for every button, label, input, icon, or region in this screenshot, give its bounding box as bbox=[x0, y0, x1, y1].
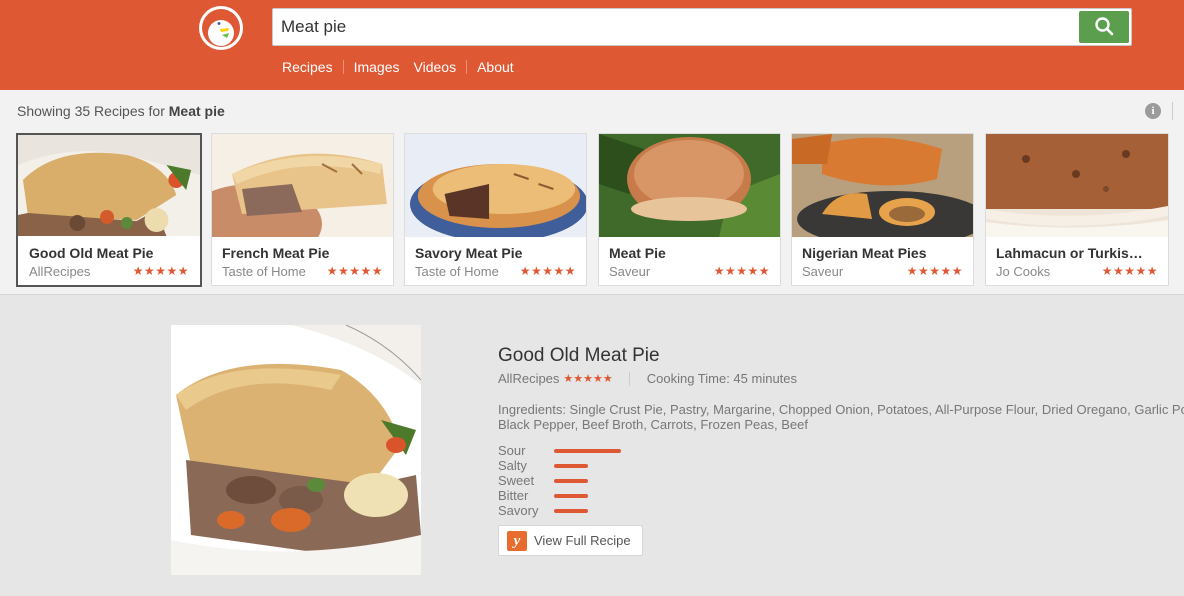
divider bbox=[1172, 102, 1173, 120]
view-full-recipe-button[interactable]: y View Full Recipe bbox=[498, 525, 643, 556]
cooking-time: Cooking Time: 45 minutes bbox=[646, 371, 798, 386]
flavor-bar bbox=[554, 494, 588, 498]
header: Recipes Images Videos About bbox=[0, 0, 1184, 90]
recipe-card[interactable]: Meat Pie Saveur ★★★★★ bbox=[598, 133, 781, 286]
ingredients-line: Black Pepper, Beef Broth, Carrots, Froze… bbox=[498, 417, 808, 432]
recipe-card[interactable]: Lahmacun or Turkish ... Jo Cooks ★★★★★ bbox=[985, 133, 1169, 286]
rating-stars: ★★★★★ bbox=[1101, 264, 1158, 278]
recipe-title: Nigerian Meat Pies bbox=[802, 245, 927, 261]
recipe-detail-title: Good Old Meat Pie bbox=[498, 345, 660, 366]
recipe-detail-image[interactable] bbox=[171, 325, 421, 575]
view-full-recipe-label: View Full Recipe bbox=[534, 533, 631, 548]
rating-stars: ★★★★★ bbox=[326, 264, 383, 278]
recipe-thumbnail bbox=[792, 134, 973, 237]
flavor-bar bbox=[554, 509, 588, 513]
rating-stars: ★★★★★ bbox=[563, 373, 613, 385]
flavor-label: Bitter bbox=[498, 488, 529, 503]
recipe-thumbnail bbox=[986, 134, 1168, 237]
tab-videos[interactable]: Videos bbox=[404, 56, 467, 78]
tab-recipes[interactable]: Recipes bbox=[272, 56, 343, 78]
recipe-card[interactable]: Good Old Meat Pie AllRecipes ★★★★★ bbox=[16, 133, 202, 287]
recipe-source: AllRecipes bbox=[29, 264, 91, 279]
recipe-card[interactable]: Savory Meat Pie Taste of Home ★★★★★ bbox=[404, 133, 587, 286]
ingredients-list: Ingredients: Single Crust Pie, Pastry, M… bbox=[498, 402, 1184, 432]
recipe-source: Saveur bbox=[609, 264, 651, 279]
recipe-thumbnail bbox=[599, 134, 780, 237]
tab-images[interactable]: Images bbox=[344, 56, 404, 78]
recipe-title: Lahmacun or Turkish ... bbox=[996, 245, 1146, 261]
results-strip: Showing 35 Recipes for Meat pie i Good O… bbox=[0, 90, 1184, 295]
flavor-profile: Sour Salty Sweet Bitter Savory bbox=[498, 443, 621, 518]
recipe-card[interactable]: Nigerian Meat Pies Saveur ★★★★★ bbox=[791, 133, 974, 286]
flavor-label: Salty bbox=[498, 458, 527, 473]
search-input[interactable] bbox=[281, 9, 1071, 45]
flavor-bar bbox=[554, 449, 621, 453]
recipe-thumbnail bbox=[405, 134, 586, 237]
flavor-row: Salty bbox=[498, 458, 588, 473]
divider bbox=[628, 371, 630, 386]
info-icon[interactable]: i bbox=[1145, 103, 1161, 119]
ingredients-line: Ingredients: Single Crust Pie, Pastry, M… bbox=[498, 402, 1184, 417]
flavor-bar bbox=[554, 464, 588, 468]
flavor-row: Savory bbox=[498, 503, 588, 518]
yummly-icon: y bbox=[507, 531, 527, 551]
rating-stars: ★★★★★ bbox=[519, 264, 576, 278]
recipe-title: Good Old Meat Pie bbox=[29, 245, 154, 261]
flavor-label: Sour bbox=[498, 443, 526, 458]
flavor-label: Savory bbox=[498, 503, 539, 518]
recipe-thumbnail bbox=[18, 135, 200, 236]
recipe-title: French Meat Pie bbox=[222, 245, 330, 261]
recipe-carousel: Good Old Meat Pie AllRecipes ★★★★★ Frenc… bbox=[16, 133, 1184, 287]
recipe-detail-source[interactable]: AllRecipes bbox=[498, 371, 559, 386]
recipe-detail-meta: AllRecipes ★★★★★ Cooking Time: 45 minute… bbox=[498, 371, 797, 386]
search-icon bbox=[1095, 16, 1114, 35]
recipe-photo bbox=[171, 325, 421, 575]
recipe-source: Saveur bbox=[802, 264, 844, 279]
recipe-thumbnail bbox=[212, 134, 393, 237]
results-query: Meat pie bbox=[168, 103, 225, 119]
flavor-row: Bitter bbox=[498, 488, 588, 503]
recipe-source: Taste of Home bbox=[222, 264, 306, 279]
results-count-text: Showing 35 Recipes for bbox=[17, 103, 169, 119]
flavor-row: Sweet bbox=[498, 473, 588, 488]
recipe-source: Jo Cooks bbox=[996, 264, 1051, 279]
recipe-card[interactable]: French Meat Pie Taste of Home ★★★★★ bbox=[211, 133, 394, 286]
results-count: Showing 35 Recipes for Meat pie bbox=[17, 103, 225, 119]
flavor-label: Sweet bbox=[498, 473, 535, 488]
recipe-source: Taste of Home bbox=[415, 264, 499, 279]
search-box bbox=[272, 8, 1132, 46]
nav-tabs: Recipes Images Videos About bbox=[272, 56, 524, 78]
flavor-row: Sour bbox=[498, 443, 621, 458]
duckduckgo-logo-icon[interactable] bbox=[199, 6, 243, 50]
recipe-title: Meat Pie bbox=[609, 245, 666, 261]
tab-about[interactable]: About bbox=[467, 56, 524, 78]
rating-stars: ★★★★★ bbox=[906, 264, 963, 278]
flavor-bar bbox=[554, 479, 588, 483]
rating-stars: ★★★★★ bbox=[713, 264, 770, 278]
search-button[interactable] bbox=[1079, 11, 1129, 43]
rating-stars: ★★★★★ bbox=[132, 264, 189, 278]
recipe-title: Savory Meat Pie bbox=[415, 245, 523, 261]
